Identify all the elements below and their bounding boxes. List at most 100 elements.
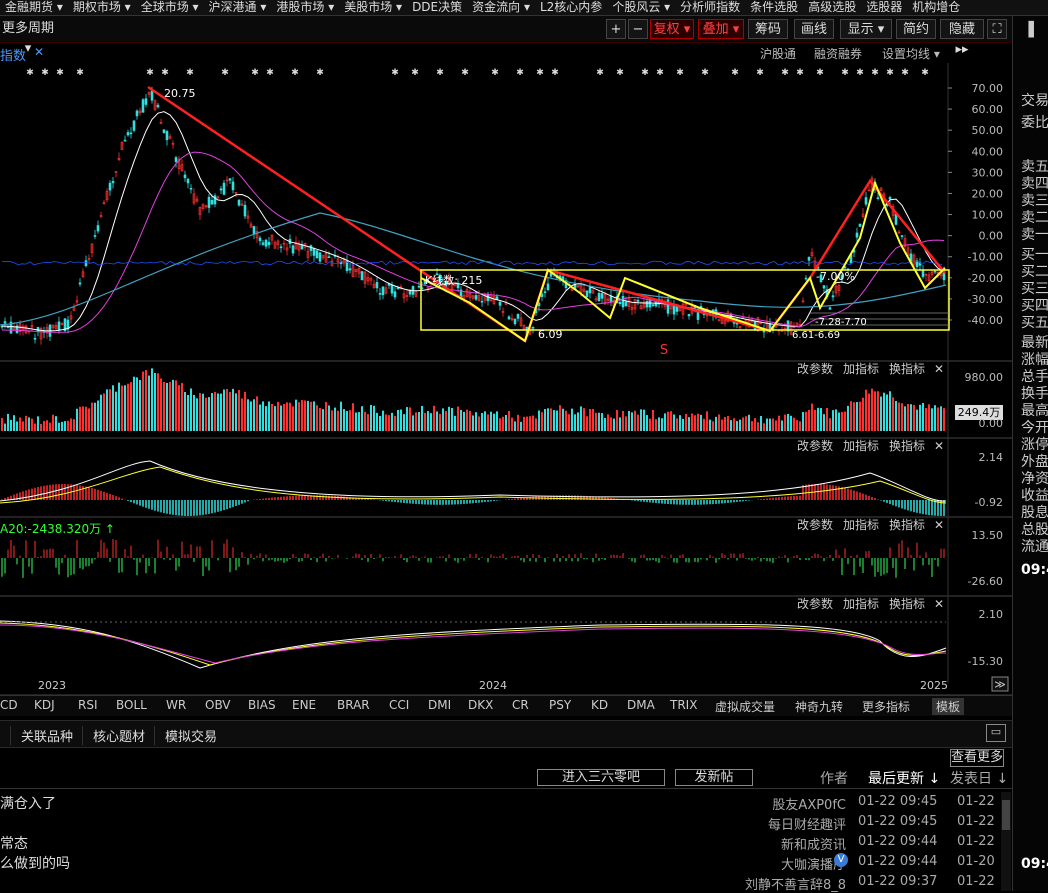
indicator-tab[interactable]: BIAS — [248, 698, 276, 712]
close-icon[interactable]: ✕ — [34, 45, 44, 59]
menu-item[interactable]: 机构增仓 — [907, 0, 965, 15]
hide-button[interactable]: 隐藏 ▸▸ — [940, 19, 984, 57]
hugutong-link[interactable]: 沪股通 — [760, 45, 796, 62]
indicator-tab[interactable]: DKX — [468, 698, 493, 712]
panel-button[interactable]: 改参数 — [797, 517, 833, 532]
menu-item[interactable]: 沪深港通 ▾ — [204, 0, 272, 15]
menu-item[interactable]: 期权市场 ▾ — [68, 0, 136, 15]
indicator-tab[interactable]: CR — [512, 698, 529, 712]
tab-related[interactable]: 关联品种 — [10, 726, 73, 745]
volume-bar — [718, 414, 720, 431]
fuquan-button[interactable]: 复权 ▾ — [650, 19, 694, 39]
indicator-tab[interactable]: DMI — [428, 698, 451, 712]
event-marker-icon: ✱ — [436, 68, 444, 78]
indicator-tab[interactable]: 更多指标 — [862, 698, 910, 715]
volume-bar — [820, 408, 822, 431]
indicator-tab[interactable]: 虚拟成交量 — [715, 698, 775, 715]
zoom-out-button[interactable]: − — [628, 19, 648, 39]
post-author[interactable]: 每日财经趣评 — [768, 814, 846, 833]
menu-item[interactable]: 资金流向 ▾ — [467, 0, 535, 15]
indicator-tab[interactable]: RSI — [78, 698, 98, 712]
enter-forum-button[interactable]: 进入三六零吧 — [537, 769, 665, 786]
indicator-tab[interactable]: ENE — [292, 698, 316, 712]
overlay-button[interactable]: 叠加 ▾ — [698, 19, 744, 39]
volume-bar — [373, 405, 375, 431]
indicator-tab[interactable]: CD — [0, 698, 18, 712]
panel-button[interactable]: 加指标 — [843, 596, 879, 611]
indicator-tab[interactable]: PSY — [549, 698, 571, 712]
index-tab[interactable]: 指数 — [0, 45, 26, 64]
indicator-tab[interactable]: DMA — [627, 698, 655, 712]
volume-bar — [220, 393, 222, 431]
indicator-tab[interactable]: 神奇九转 — [795, 698, 843, 715]
post-author[interactable]: 刘静不善言辞8_8 — [745, 874, 846, 893]
post-date-header[interactable]: 发表日 ↓ — [950, 768, 1008, 788]
volume-bar — [652, 409, 654, 431]
indicator-tab[interactable]: BRAR — [337, 698, 370, 712]
tab-sim-trade[interactable]: 模拟交易 — [154, 726, 217, 745]
indicator-tab[interactable]: CCI — [389, 698, 409, 712]
menu-item[interactable]: 条件选股 — [745, 0, 803, 15]
panel-button[interactable]: 改参数 — [797, 596, 833, 611]
menu-item[interactable]: 港股市场 ▾ — [271, 0, 339, 15]
close-icon[interactable]: ✕ — [934, 597, 944, 611]
menu-item[interactable]: 美股市场 ▾ — [339, 0, 407, 15]
fullscreen-icon[interactable]: ⛶ — [987, 19, 1007, 39]
menu-item[interactable]: 选股器 — [861, 0, 907, 15]
close-icon[interactable]: ✕ — [934, 518, 944, 532]
close-icon[interactable]: ✕ — [934, 439, 944, 453]
panel-button[interactable]: 加指标 — [843, 517, 879, 532]
chip-button[interactable]: 筹码 — [748, 19, 788, 39]
indicator-tab[interactable]: 模板 — [932, 698, 965, 715]
menu-item[interactable]: DDE决策 — [407, 0, 467, 15]
close-icon[interactable]: ✕ — [934, 362, 944, 376]
panel-button[interactable]: 换指标 — [889, 361, 925, 376]
post-author[interactable]: 股友AXP0fC — [772, 794, 846, 813]
event-marker-icon: ✱ — [186, 68, 194, 78]
margin-trading-link[interactable]: 融资融券 — [814, 45, 862, 62]
panel-button[interactable]: 加指标 — [843, 438, 879, 453]
panel-button[interactable]: 换指标 — [889, 596, 925, 611]
kline-chart[interactable]: 20.75 6.09 K线数: 215 -7.00% 6.61-6.69 -7.28-7.… — [0, 63, 1012, 695]
scrollbar[interactable] — [1001, 792, 1011, 891]
panel-button[interactable]: 加指标 — [843, 361, 879, 376]
panel-button[interactable]: 改参数 — [797, 361, 833, 376]
menu-item[interactable]: L2核心内参 — [535, 0, 607, 15]
tab-topics[interactable]: 核心题材 — [82, 726, 145, 745]
post-title[interactable]: 常态 — [0, 833, 28, 853]
author-header[interactable]: 作者 — [820, 768, 848, 788]
period-dropdown[interactable]: 更多周期 ▾ — [0, 19, 56, 56]
zoom-in-button[interactable]: + — [606, 19, 626, 39]
volume-bar — [424, 412, 426, 431]
volume-bar — [682, 418, 684, 431]
menu-item[interactable]: 个股风云 ▾ — [607, 0, 675, 15]
simple-mode-button[interactable]: 简约 — [896, 19, 936, 39]
indicator-tab[interactable]: WR — [166, 698, 186, 712]
post-author[interactable]: 新和成资讯 — [781, 834, 846, 853]
last-update-header[interactable]: 最后更新 ↓ — [868, 768, 940, 788]
ma-settings-dropdown[interactable]: 设置均线 ▾ — [882, 45, 940, 62]
indicator-tab[interactable]: KDJ — [34, 698, 55, 712]
panel-button[interactable]: 换指标 — [889, 517, 925, 532]
indicator-tab[interactable]: TRIX — [670, 698, 697, 712]
indicator-tab[interactable]: BOLL — [116, 698, 147, 712]
menu-item[interactable]: 全球市场 ▾ — [136, 0, 204, 15]
indicator-tab[interactable]: OBV — [205, 698, 231, 712]
draw-line-button[interactable]: 画线 — [794, 19, 834, 39]
indicator-tab[interactable]: KD — [591, 698, 608, 712]
indicator-tick: -15.30 — [968, 655, 1003, 668]
panel-button[interactable]: 换指标 — [889, 438, 925, 453]
minimize-icon[interactable]: ▭ — [986, 724, 1006, 742]
post-title[interactable]: 么做到的吗 — [0, 853, 70, 873]
menu-item[interactable]: 高级选股 — [803, 0, 861, 15]
menu-item[interactable]: 分析师指数 — [675, 0, 745, 15]
menu-item[interactable]: 金融期货 ▾ — [0, 0, 68, 15]
panel-toggle-icon[interactable]: ▐ — [1023, 22, 1034, 38]
post-title[interactable]: 满仓入了 — [0, 793, 56, 813]
new-post-button[interactable]: 发新帖 — [675, 769, 753, 786]
display-dropdown[interactable]: 显示 ▾ — [840, 19, 892, 39]
view-more-button[interactable]: 查看更多 — [950, 749, 1004, 767]
event-marker-icon: ✱ — [781, 68, 789, 78]
volume-bar — [667, 411, 669, 431]
panel-button[interactable]: 改参数 — [797, 438, 833, 453]
